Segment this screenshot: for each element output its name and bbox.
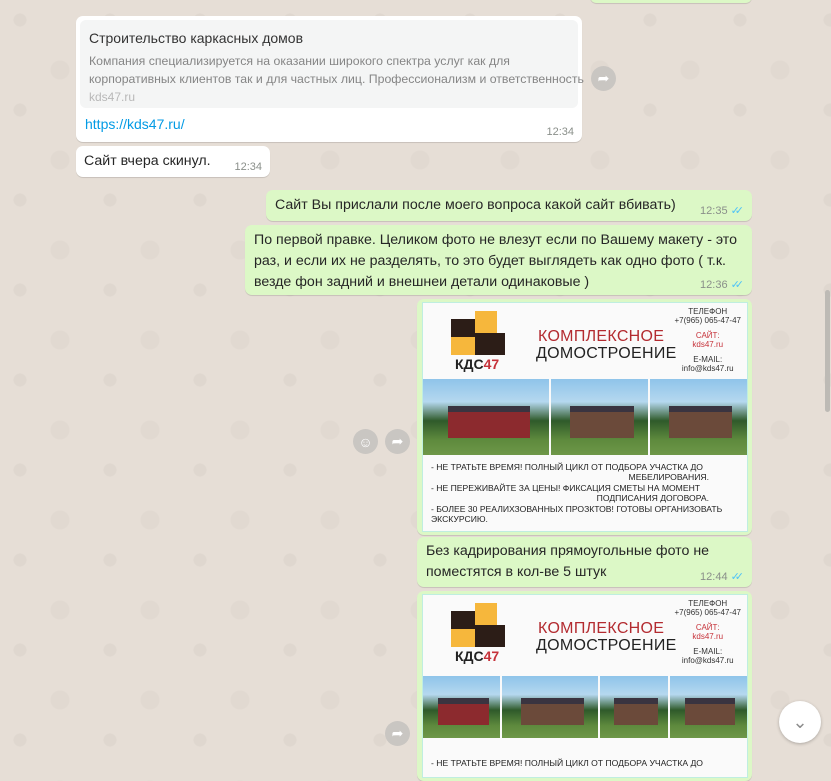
house-photo xyxy=(600,676,668,738)
read-ticks-icon: ✓✓ xyxy=(730,279,745,291)
house-photos xyxy=(423,676,747,738)
message-line: раз, и если их не разделять, то это буде… xyxy=(254,253,726,269)
logo-icon xyxy=(451,603,511,648)
email-label: E-MAIL: xyxy=(693,355,723,364)
bullet: - Не тратьте время! Полный цикл от подбо… xyxy=(431,462,703,472)
preview-desc: корпоративных клиентов так и для частных… xyxy=(89,72,584,86)
message-time: 12:36 ✓✓ xyxy=(700,278,745,292)
scrollbar[interactable] xyxy=(825,290,830,412)
brand: КДС47 xyxy=(455,648,499,664)
phone: +7(965) 065-47-47 xyxy=(674,316,742,325)
bullet: - Более 30 реалихзованных прозктов! Гото… xyxy=(431,504,723,514)
bullet: подписания договора. xyxy=(596,492,709,503)
preview-domain: kds47.ru xyxy=(89,90,136,104)
message-time: 12:44 ✓✓ xyxy=(700,570,745,584)
read-ticks-icon: ✓✓ xyxy=(730,205,745,217)
image-message[interactable]: КДС47 КОМПЛЕКСНОЕ ДОМОСТРОЕНИЕ ТЕЛЕФОН +… xyxy=(417,591,752,781)
email-label: E-MAIL: xyxy=(693,647,723,656)
bullet: мебелирования. xyxy=(628,471,709,482)
poster-bullets: - Не тратьте время! Полный цикл от подбо… xyxy=(431,462,737,526)
site: kds47.ru xyxy=(692,632,724,641)
outgoing-message: Сайт Вы прислали после моего вопроса как… xyxy=(266,190,752,221)
bullet: - Не переживайте за цены! Фиксация сметы… xyxy=(431,483,701,493)
message-line: поместятся в кол-ве 5 штук xyxy=(426,564,607,580)
house-photo xyxy=(423,379,550,455)
house-photo xyxy=(423,676,501,738)
message-link[interactable]: https://kds47.ru/ xyxy=(85,116,185,132)
message-line: По первой правке. Целиком фото не влезут… xyxy=(254,232,738,248)
outgoing-message: Без кадрирования прямоугольные фото не п… xyxy=(417,537,752,587)
message-time: 12:34 xyxy=(234,161,262,173)
preview-title: Строительство каркасных домов xyxy=(89,30,304,46)
emoji-icon[interactable]: ☺ xyxy=(353,429,378,454)
scroll-down-button[interactable]: ⌄ xyxy=(779,701,821,743)
site: kds47.ru xyxy=(692,340,724,349)
house-photo xyxy=(502,676,599,738)
chevron-down-icon: ⌄ xyxy=(792,711,808,732)
message-text: Сайт Вы прислали после моего вопроса как… xyxy=(275,197,676,213)
phone-label: ТЕЛЕФОН xyxy=(688,307,728,316)
message-text: По первой правке. Целиком фото не влезут… xyxy=(254,230,737,293)
house-photo xyxy=(551,379,649,455)
forward-icon[interactable]: ➦ xyxy=(385,429,410,454)
bullet: - Не тратьте время! Полный цикл от подбо… xyxy=(431,758,703,768)
brand-text: КДС xyxy=(455,356,484,372)
incoming-message: Сайт вчера скинул. 12:34 xyxy=(76,146,270,177)
site-label: САЙТ: xyxy=(695,331,720,340)
message-time: 12:35 ✓✓ xyxy=(700,204,745,218)
forward-icon[interactable]: ➦ xyxy=(591,66,616,91)
headline: ДОМОСТРОЕНИЕ xyxy=(536,637,677,654)
house-photo xyxy=(650,379,747,455)
message-line: везде фон задний и внешнеи детали одинак… xyxy=(254,274,590,290)
phone: +7(965) 065-47-47 xyxy=(674,608,742,617)
outgoing-message: По первой правке. Целиком фото не влезут… xyxy=(245,225,752,295)
read-ticks-icon: ✓✓ xyxy=(730,571,745,583)
house-photos xyxy=(423,379,747,455)
previous-message-bottom xyxy=(590,0,752,3)
preview-desc: Компания специализируется на оказании ши… xyxy=(89,54,510,68)
contacts: ТЕЛЕФОН +7(965) 065-47-47 САЙТ: kds47.ru… xyxy=(675,307,742,373)
bullet: экскурсию. xyxy=(431,513,488,524)
headline: ДОМОСТРОЕНИЕ xyxy=(536,345,677,362)
poster-image: КДС47 КОМПЛЕКСНОЕ ДОМОСТРОЕНИЕ ТЕЛЕФОН +… xyxy=(422,594,748,778)
brand-num: 47 xyxy=(483,356,500,372)
headline: КОМПЛЕКСНОЕ xyxy=(538,620,665,637)
brand-text: КДС xyxy=(455,648,484,664)
email: info@kds47.ru xyxy=(681,364,734,373)
link-preview-card[interactable]: Строительство каркасных домов Компания с… xyxy=(80,20,584,108)
poster-image: КДС47 КОМПЛЕКСНОЕ ДОМОСТРОЕНИЕ ТЕЛЕФОН +… xyxy=(422,302,748,532)
forward-icon[interactable]: ➦ xyxy=(385,721,410,746)
phone-label: ТЕЛЕФОН xyxy=(688,599,728,608)
headline: КОМПЛЕКСНОЕ xyxy=(538,328,665,345)
brand-num: 47 xyxy=(483,648,500,664)
message-text: Сайт вчера скинул. xyxy=(84,153,211,169)
message-line: Без кадрирования прямоугольные фото не xyxy=(426,543,710,559)
image-message[interactable]: КДС47 КОМПЛЕКСНОЕ ДОМОСТРОЕНИЕ ТЕЛЕФОН +… xyxy=(417,299,752,535)
brand: КДС47 xyxy=(455,356,499,372)
message-text: Без кадрирования прямоугольные фото не п… xyxy=(426,541,709,583)
email: info@kds47.ru xyxy=(681,656,734,665)
logo-icon xyxy=(451,311,511,356)
link-message: Строительство каркасных домов Компания с… xyxy=(76,16,584,142)
message-time: 12:34 xyxy=(546,126,574,138)
contacts: ТЕЛЕФОН +7(965) 065-47-47 САЙТ: kds47.ru… xyxy=(675,599,742,665)
house-photo xyxy=(669,676,747,738)
site-label: САЙТ: xyxy=(695,623,720,632)
